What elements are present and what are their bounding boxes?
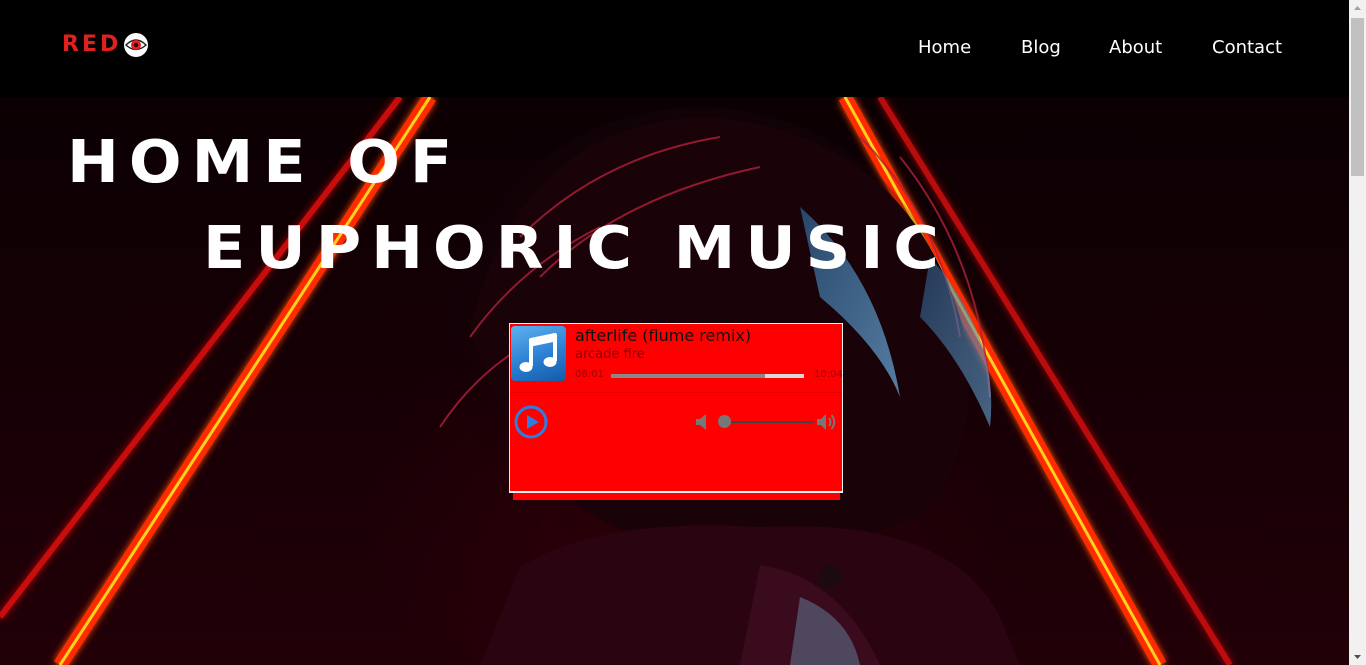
volume-slider[interactable] [718,421,814,423]
nav-link-home[interactable]: Home [918,36,971,60]
volume-slider-knob[interactable] [718,415,731,428]
nav-link-contact[interactable]: Contact [1212,36,1282,60]
album-cover [511,326,566,381]
chevron-down-icon [1354,655,1361,659]
scroll-thumb[interactable] [1351,18,1364,176]
time-total: 10:04 [814,369,843,380]
play-circle-icon [514,405,548,439]
main-nav: Home Blog About Contact [0,36,1349,60]
track-title: afterlife (flume remix) [575,326,752,345]
page-scrollbar[interactable] [1349,0,1366,665]
page: RED Home Blog About Contact HOME OF EUPH… [0,0,1366,665]
track-artist: arcade fire [575,347,645,362]
time-elapsed: 08:01 [575,369,604,380]
nav-link-blog[interactable]: Blog [1021,36,1061,60]
scroll-up-button[interactable] [1349,0,1366,17]
player-shadow-bar [513,492,840,500]
play-button[interactable] [514,405,548,439]
progress-bar[interactable] [611,374,804,378]
scroll-down-button[interactable] [1349,648,1366,665]
volume-low-icon[interactable] [695,413,709,431]
site-header: RED Home Blog About Contact [0,0,1349,97]
chevron-up-icon [1354,6,1361,10]
music-player: afterlife (flume remix) arcade fire 08:0… [509,323,843,493]
player-divider [510,392,842,393]
music-note-icon [519,333,557,372]
progress-fill [611,374,765,378]
volume-high-icon[interactable] [816,412,838,432]
nav-link-about[interactable]: About [1109,36,1162,60]
